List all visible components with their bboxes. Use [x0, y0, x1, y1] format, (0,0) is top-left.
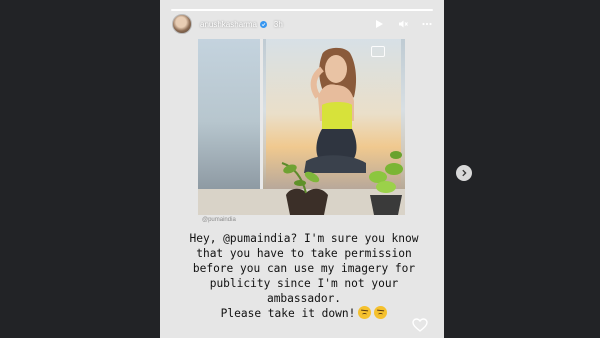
story-progress-fill	[171, 9, 433, 11]
more-options-icon[interactable]	[422, 19, 432, 29]
angry-face-emoji-icon	[358, 306, 372, 319]
verified-badge-icon	[259, 20, 267, 28]
timestamp: 3h	[273, 19, 283, 29]
volume-muted-icon[interactable]	[398, 19, 408, 29]
heart-icon[interactable]	[412, 318, 428, 332]
media-overlay-icon	[371, 46, 385, 57]
window-left	[198, 39, 263, 189]
next-story-button[interactable]	[456, 165, 472, 181]
story-controls	[374, 19, 432, 29]
story-viewer: anushkasharma 3h @pumaindia Hey, @pumain…	[160, 0, 444, 338]
chevron-right-icon	[462, 169, 467, 177]
potted-plant-left	[281, 162, 328, 215]
play-icon[interactable]	[374, 19, 384, 29]
story-header: anushkasharma 3h	[172, 14, 432, 34]
potted-plant-right	[369, 151, 403, 215]
story-photo	[198, 39, 405, 215]
story-progress-bar	[171, 9, 433, 11]
photo-watermark: @pumaindia	[202, 217, 236, 223]
username[interactable]: anushkasharma	[200, 20, 257, 29]
avatar[interactable]	[172, 14, 192, 34]
story-caption: Hey, @pumaindia? I'm sure you know that …	[178, 231, 430, 321]
angry-face-emoji-icon	[374, 306, 388, 319]
